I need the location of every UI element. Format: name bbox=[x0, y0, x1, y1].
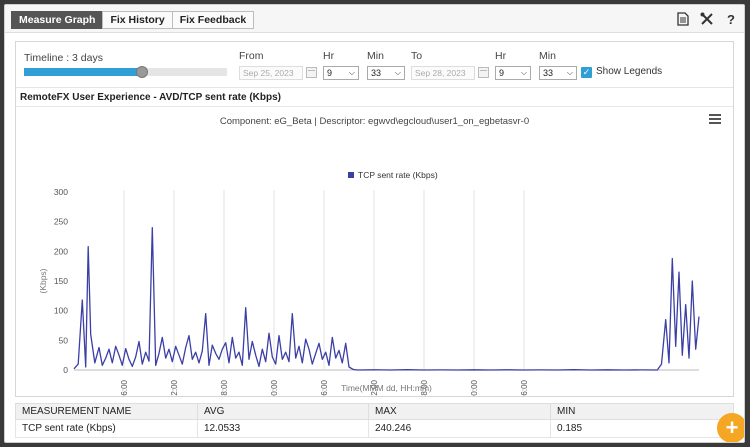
from-minute-select[interactable]: 33 ⌵ bbox=[367, 66, 405, 80]
document-icon[interactable] bbox=[676, 11, 690, 27]
to-label: To bbox=[411, 50, 423, 62]
add-button[interactable]: + bbox=[717, 413, 744, 442]
y-tick-label: 300 bbox=[54, 187, 68, 197]
from-label: From bbox=[239, 50, 264, 62]
table-cell: 0.185 bbox=[550, 419, 734, 438]
column-header: MEASUREMENT NAME bbox=[15, 403, 198, 420]
tab-bar: Measure Graph Fix History Fix Feedback bbox=[11, 11, 255, 29]
from-calendar-icon[interactable] bbox=[306, 67, 317, 78]
chevron-down-icon: ⌵ bbox=[520, 68, 527, 77]
to-hour-select[interactable]: 9 ⌵ bbox=[495, 66, 531, 80]
from-min-label: Min bbox=[367, 50, 384, 62]
y-tick-label: 250 bbox=[54, 217, 68, 227]
show-legends-checkbox[interactable]: ✓ bbox=[581, 67, 592, 78]
toolbar-icons: ? bbox=[676, 11, 738, 27]
y-axis-label: (Kbps) bbox=[38, 268, 48, 293]
tab-fix-history[interactable]: Fix History bbox=[102, 11, 173, 29]
table-row: TCP sent rate (Kbps) 12.0533 240.246 0.1… bbox=[15, 419, 734, 438]
x-tick-label: Sep 26 12:00 bbox=[170, 379, 179, 396]
from-hour-value: 9 bbox=[327, 68, 333, 78]
column-header: MAX bbox=[368, 403, 551, 420]
to-date-field[interactable]: Sep 28, 2023 bbox=[411, 66, 475, 80]
measurement-table: MEASUREMENT NAME AVG MAX MIN TCP sent ra… bbox=[15, 403, 734, 438]
timeline-slider-handle[interactable] bbox=[135, 66, 148, 78]
table-header-row: MEASUREMENT NAME AVG MAX MIN bbox=[15, 403, 734, 420]
table-cell: TCP sent rate (Kbps) bbox=[15, 419, 198, 438]
table-cell: 12.0533 bbox=[197, 419, 369, 438]
x-tick-label: Sep 27 00:00 bbox=[270, 379, 279, 396]
series-line-tcp-sent-rate bbox=[73, 226, 700, 371]
x-tick-label: Sep 26 06:00 bbox=[120, 379, 129, 396]
x-tick-label: Sep 28 00:00 bbox=[470, 379, 479, 396]
to-hour-value: 9 bbox=[499, 68, 505, 78]
to-calendar-icon[interactable] bbox=[478, 67, 489, 78]
legend-swatch bbox=[348, 172, 354, 178]
from-date-field[interactable]: Sep 25, 2023 bbox=[239, 66, 303, 80]
chevron-down-icon: ⌵ bbox=[348, 68, 355, 77]
chart-menu-icon[interactable] bbox=[709, 114, 721, 124]
tab-fix-feedback[interactable]: Fix Feedback bbox=[171, 11, 255, 29]
top-toolbar: Measure Graph Fix History Fix Feedback ? bbox=[5, 5, 744, 33]
to-minute-value: 33 bbox=[543, 68, 554, 78]
measure-graph-window: Measure Graph Fix History Fix Feedback ?… bbox=[4, 4, 745, 443]
tools-icon[interactable] bbox=[700, 11, 714, 27]
x-tick-label: Sep 26 18:00 bbox=[220, 379, 229, 396]
line-chart: TCP sent rate (Kbps) 0 50 100 150 200 250 300 Se… bbox=[38, 170, 700, 428]
from-minute-value: 33 bbox=[371, 68, 382, 78]
help-icon[interactable]: ? bbox=[724, 11, 738, 27]
measure-graph-panel: Timeline : 3 days From Sep 25, 2023 Hr 9… bbox=[15, 41, 734, 428]
x-tick-label: Sep 28 06:00 bbox=[520, 379, 529, 396]
from-hr-label: Hr bbox=[323, 50, 335, 62]
to-min-label: Min bbox=[539, 50, 556, 62]
from-hour-select[interactable]: 9 ⌵ bbox=[323, 66, 359, 80]
y-tick-label: 50 bbox=[59, 335, 69, 345]
y-tick-label: 200 bbox=[54, 246, 68, 256]
legend-label: TCP sent rate (Kbps) bbox=[358, 170, 438, 180]
y-tick-label: 150 bbox=[54, 276, 68, 286]
tab-measure-graph[interactable]: Measure Graph bbox=[11, 11, 104, 29]
show-legends-label: Show Legends bbox=[596, 66, 663, 77]
chart-area: Component: eG_Beta | Descriptor: egwvd\e… bbox=[16, 108, 733, 428]
to-hr-label: Hr bbox=[495, 50, 507, 62]
x-axis-label: Time(MMM dd, HH:mm) bbox=[341, 383, 432, 393]
column-header: MIN bbox=[550, 403, 734, 420]
chevron-down-icon: ⌵ bbox=[566, 68, 573, 77]
chart-panel-title: RemoteFX User Experience - AVD/TCP sent … bbox=[16, 89, 733, 107]
timeline-label: Timeline : 3 days bbox=[24, 52, 103, 64]
timeline-controls: Timeline : 3 days From Sep 25, 2023 Hr 9… bbox=[16, 42, 733, 88]
table-cell: 240.246 bbox=[368, 419, 551, 438]
timeline-slider[interactable] bbox=[24, 66, 227, 78]
timeline-slider-fill bbox=[24, 68, 142, 76]
y-tick-label: 0 bbox=[63, 365, 68, 375]
column-header: AVG bbox=[197, 403, 369, 420]
x-tick-label: Sep 27 06:00 bbox=[320, 379, 329, 396]
chevron-down-icon: ⌵ bbox=[394, 68, 401, 77]
to-minute-select[interactable]: 33 ⌵ bbox=[539, 66, 577, 80]
y-tick-label: 100 bbox=[54, 306, 68, 316]
chart-title: Component: eG_Beta | Descriptor: egwvd\e… bbox=[219, 116, 530, 127]
